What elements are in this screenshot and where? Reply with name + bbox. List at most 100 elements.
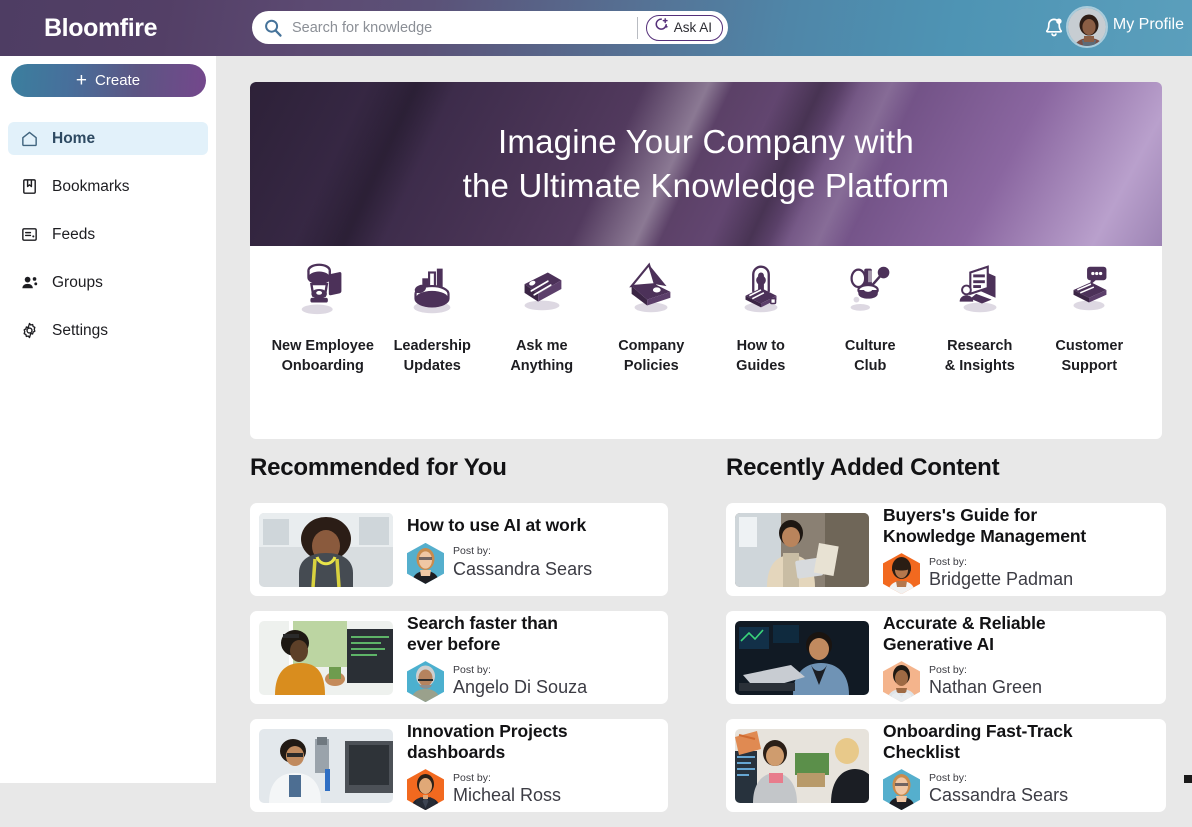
eraser-block-icon — [487, 256, 597, 320]
card-thumbnail — [735, 513, 869, 587]
ai-sparkle-icon — [654, 17, 670, 38]
ask-ai-label: Ask AI — [674, 20, 712, 35]
sidebar-nav: Home Bookmarks Feeds Groups Settings — [0, 122, 216, 347]
post-by-label: Post by: — [929, 665, 1042, 677]
list-item[interactable]: How to use AI at work Post by: Cassandra… — [250, 503, 668, 596]
author-name: Cassandra Sears — [929, 785, 1068, 806]
podium-chart-icon — [378, 256, 488, 320]
category-culture-club[interactable]: Culture Club — [816, 256, 926, 376]
card-title: Innovation Projects dashboards — [407, 721, 658, 762]
author-name: Bridgette Padman — [929, 569, 1073, 590]
report-screen-icon — [925, 256, 1035, 320]
hero-title-line2: the Ultimate Knowledge Platform — [463, 164, 950, 208]
content-columns: Recommended for You How to use AI at wor… — [216, 454, 1192, 827]
category-label: New Employee Onboarding — [268, 336, 378, 376]
card-author: Post by: Bridgette Padman — [883, 553, 1156, 594]
category-research-insights[interactable]: Research & Insights — [925, 256, 1035, 376]
category-label: Customer Support — [1035, 336, 1145, 376]
card-author: Post by: Cassandra Sears — [407, 543, 658, 584]
feed-icon — [20, 225, 39, 244]
hero-banner: Imagine Your Company with the Ultimate K… — [250, 82, 1162, 246]
author-text: Post by: Cassandra Sears — [453, 546, 592, 580]
card-thumbnail — [735, 729, 869, 803]
card-body: Accurate & Reliable Generative AI Post b… — [883, 613, 1156, 702]
card-author: Post by: Micheal Ross — [407, 769, 658, 810]
author-text: Post by: Bridgette Padman — [929, 557, 1073, 591]
category-company-policies[interactable]: Company Policies — [597, 256, 707, 376]
sidebar-item-groups[interactable]: Groups — [8, 266, 208, 299]
brand-logo[interactable]: Bloomfire — [44, 14, 157, 43]
card-thumbnail — [735, 621, 869, 695]
sidebar-item-label: Feeds — [52, 226, 95, 244]
category-new-employee-onboarding[interactable]: New Employee Onboarding — [268, 256, 378, 376]
recently-added-column: Recently Added Content — [704, 454, 1192, 827]
author-text: Post by: Micheal Ross — [453, 773, 561, 807]
card-body: Innovation Projects dashboards Post by: … — [407, 721, 658, 810]
top-header-bar: Bloomfire Ask AI My Profile — [0, 0, 1192, 56]
author-avatar — [407, 661, 444, 702]
category-customer-support[interactable]: Customer Support — [1035, 256, 1145, 376]
list-item[interactable]: Onboarding Fast-Track Checklist Post by:… — [726, 719, 1166, 812]
sidebar-item-feeds[interactable]: Feeds — [8, 218, 208, 251]
category-label: Research & Insights — [925, 336, 1035, 376]
plus-icon: + — [76, 71, 87, 90]
card-thumbnail — [259, 513, 393, 587]
author-text: Post by: Angelo Di Souza — [453, 665, 587, 699]
search-bar[interactable]: Ask AI — [252, 11, 728, 44]
sidebar-item-label: Groups — [52, 274, 103, 292]
create-button-label: Create — [95, 72, 140, 89]
sidebar-item-label: Home — [52, 130, 95, 148]
list-item[interactable]: Accurate & Reliable Generative AI Post b… — [726, 611, 1166, 704]
corner-artifact — [1184, 775, 1192, 783]
list-item[interactable]: Search faster than ever before Post by: … — [250, 611, 668, 704]
author-text: Post by: Cassandra Sears — [929, 773, 1068, 807]
create-button[interactable]: + Create — [11, 64, 206, 97]
sidebar-item-bookmarks[interactable]: Bookmarks — [8, 170, 208, 203]
hero-title-line1: Imagine Your Company with — [463, 120, 950, 164]
author-name: Micheal Ross — [453, 785, 561, 806]
card-body: Buyers's Guide for Knowledge Management … — [883, 505, 1156, 594]
card-author: Post by: Nathan Green — [883, 661, 1156, 702]
author-avatar — [407, 769, 444, 810]
card-body: Search faster than ever before Post by: … — [407, 613, 658, 702]
post-by-label: Post by: — [929, 557, 1073, 569]
search-input[interactable] — [292, 20, 637, 36]
card-thumbnail — [259, 729, 393, 803]
left-sidebar: + Create Home Bookmarks Feeds Groups — [0, 56, 216, 783]
groups-icon — [20, 273, 39, 292]
balloon-party-icon — [816, 256, 926, 320]
card-title: Accurate & Reliable Generative AI — [883, 613, 1156, 654]
author-avatar — [883, 553, 920, 594]
sidebar-item-home[interactable]: Home — [8, 122, 208, 155]
list-item[interactable]: Innovation Projects dashboards Post by: … — [250, 719, 668, 812]
category-leadership-updates[interactable]: Leadership Updates — [378, 256, 488, 376]
my-profile-link[interactable]: My Profile — [1113, 16, 1184, 34]
category-how-to-guides[interactable]: How to Guides — [706, 256, 816, 376]
author-avatar — [883, 661, 920, 702]
search-icon — [263, 18, 283, 38]
recommended-column: Recommended for You How to use AI at wor… — [216, 454, 704, 827]
chat-support-icon — [1035, 256, 1145, 320]
card-thumbnail — [259, 621, 393, 695]
author-name: Nathan Green — [929, 677, 1042, 698]
category-label: How to Guides — [706, 336, 816, 376]
sidebar-item-label: Settings — [52, 322, 108, 340]
author-name: Angelo Di Souza — [453, 677, 587, 698]
sidebar-item-settings[interactable]: Settings — [8, 314, 208, 347]
main-content: Imagine Your Company with the Ultimate K… — [216, 56, 1192, 783]
search-divider — [637, 17, 638, 39]
avatar[interactable] — [1066, 6, 1108, 48]
home-icon — [20, 129, 39, 148]
notification-bell-icon[interactable] — [1043, 16, 1065, 40]
sidebar-item-label: Bookmarks — [52, 178, 130, 196]
card-title: Onboarding Fast-Track Checklist — [883, 721, 1156, 762]
category-ask-me-anything[interactable]: Ask me Anything — [487, 256, 597, 376]
ask-ai-button[interactable]: Ask AI — [646, 15, 723, 41]
author-name: Cassandra Sears — [453, 559, 592, 580]
category-shortcut-row: New Employee Onboarding Leadership Updat… — [250, 246, 1162, 439]
category-label: Company Policies — [597, 336, 707, 376]
author-avatar — [883, 769, 920, 810]
hero-title: Imagine Your Company with the Ultimate K… — [463, 120, 950, 208]
list-item[interactable]: Buyers's Guide for Knowledge Management … — [726, 503, 1166, 596]
card-author: Post by: Cassandra Sears — [883, 769, 1156, 810]
